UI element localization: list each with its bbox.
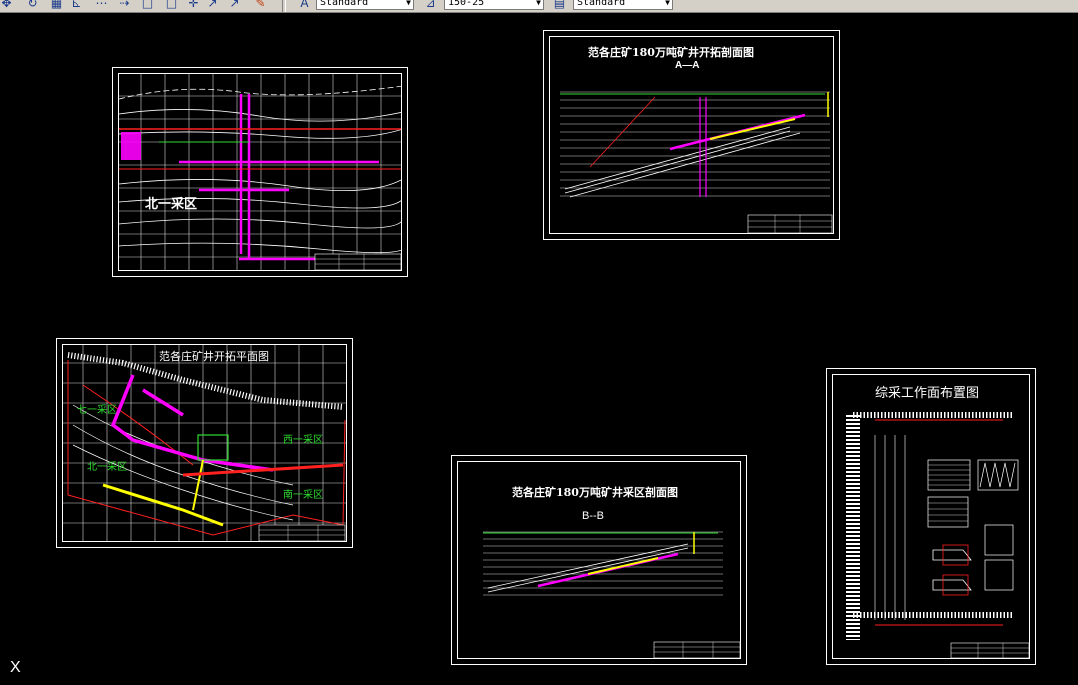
pointer-icon[interactable]: ↗ (228, 0, 241, 10)
ucs-icon: X (10, 659, 21, 676)
sheet-frame: 综采工作面布置图 (832, 374, 1030, 659)
sheet-frame: 范各庄矿井开拓平面图 七一采区 北一采区 西一采区 南一采区 (62, 344, 347, 542)
section-bb-title: 范各庄矿180万吨矿井采区剖面图 (512, 486, 678, 499)
section-aa-title: 范各庄矿180万吨矿井开拓剖面图 (588, 46, 754, 59)
area-label: 北一采区 (145, 196, 198, 211)
text-style-select[interactable]: Standard ▼ (316, 0, 414, 10)
ruler-icon[interactable]: ⊾ (70, 0, 83, 10)
chevron-down-icon[interactable]: ▼ (665, 0, 670, 9)
area-label: 西一采区 (283, 435, 323, 446)
table-style-select[interactable]: Standard ▼ (573, 0, 673, 10)
dimension-style-icon[interactable]: ⊿ (424, 0, 437, 10)
paint-icon[interactable]: ✎ (254, 0, 267, 10)
area-label: 南一采区 (283, 490, 323, 501)
grid-icon[interactable]: ▦ (50, 0, 63, 10)
plan-overview-title: 范各庄矿井开拓平面图 (159, 350, 269, 363)
sheet-frame: 北一采区 (118, 73, 402, 271)
section-bb-label: B--B (582, 510, 604, 522)
sheet-frame: 范各庄矿180万吨矿井开拓剖面图 A—A (549, 36, 834, 234)
chevron-down-icon[interactable]: ▼ (536, 0, 541, 9)
table-style-value: Standard (577, 0, 626, 8)
text-style-icon[interactable]: A (298, 0, 311, 10)
square-icon[interactable]: □ (165, 0, 178, 10)
pan-icon[interactable]: ✥ (0, 0, 13, 10)
toolbar: ✥ ↻ ▦ ⊾ ⋯ ⇢ □ □ ✛ ↗ ↗ ✎ A Standard ▼ ⊿ 1… (0, 0, 1078, 13)
face-layout-title: 综采工作面布置图 (875, 386, 980, 401)
sheet-section-bb[interactable]: 范各庄矿180万吨矿井采区剖面图 B--B (451, 455, 747, 665)
table-style-icon[interactable]: ▤ (553, 0, 566, 10)
plan-north-drawing (119, 74, 401, 270)
drawing-canvas[interactable]: 北一采区 范各庄矿180万吨矿井开拓剖面图 A—A 范各庄矿井开拓平面图 七一采… (0, 13, 1078, 685)
move-icon[interactable]: ✛ (187, 0, 200, 10)
text-style-value: Standard (320, 0, 369, 8)
sheet-face-layout[interactable]: 综采工作面布置图 (826, 368, 1036, 665)
sheet-section-aa[interactable]: 范各庄矿180万吨矿井开拓剖面图 A—A (543, 30, 840, 240)
dimension-style-value: 150-25 (448, 0, 485, 8)
area-label: 七一采区 (77, 405, 117, 416)
sheet-plan-overview[interactable]: 范各庄矿井开拓平面图 七一采区 北一采区 西一采区 南一采区 (56, 338, 353, 548)
arrow-icon[interactable]: ⇢ (118, 0, 131, 10)
face-layout-drawing (846, 412, 1029, 658)
dimension-icon[interactable]: ⋯ (95, 0, 108, 10)
pointer-icon[interactable]: ↗ (206, 0, 219, 10)
orbit-icon[interactable]: ↻ (26, 0, 39, 10)
section-aa-label: A—A (675, 60, 700, 71)
chevron-down-icon[interactable]: ▼ (406, 0, 411, 9)
sheet-plan-north[interactable]: 北一采区 (112, 67, 408, 277)
dimension-style-select[interactable]: 150-25 ▼ (444, 0, 544, 10)
square-icon[interactable]: □ (141, 0, 154, 10)
area-label: 北一采区 (87, 462, 127, 473)
toolbar-separator (282, 0, 286, 12)
sheet-frame: 范各庄矿180万吨矿井采区剖面图 B--B (457, 461, 741, 659)
